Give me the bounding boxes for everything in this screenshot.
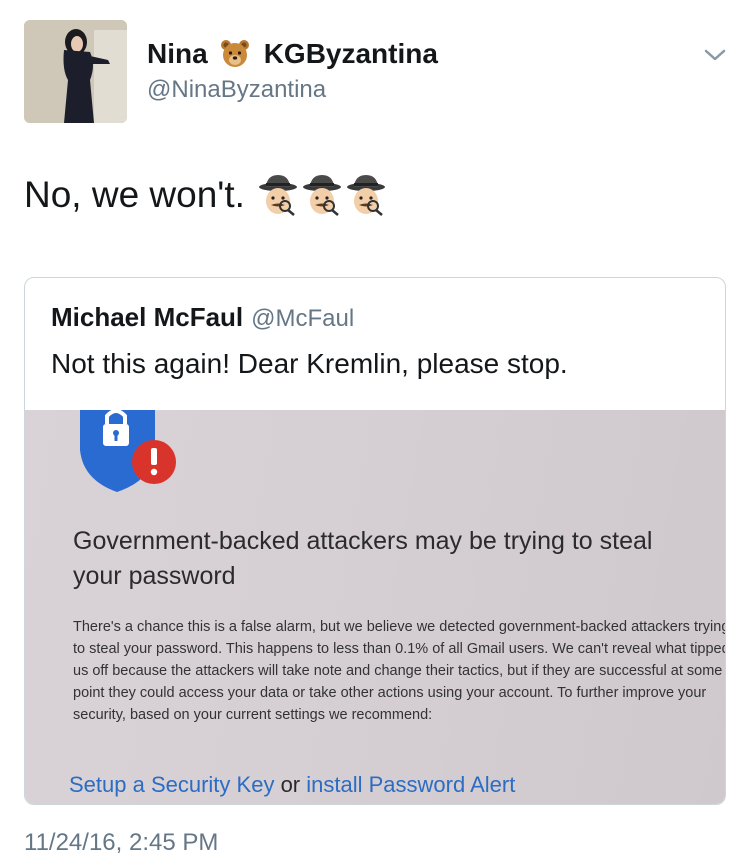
tweet-text-content: No, we won't. bbox=[24, 174, 245, 215]
author-first-name: Nina bbox=[147, 38, 208, 69]
quoted-author: Michael McFaul @McFaul bbox=[51, 302, 354, 333]
warning-links: Setup a Security Key or install Password… bbox=[69, 772, 515, 798]
sleuth-icon bbox=[301, 173, 343, 217]
quoted-tweet-text: Not this again! Dear Kremlin, please sto… bbox=[51, 348, 568, 379]
tweet-text: No, we won't. bbox=[24, 173, 387, 217]
quoted-tweet-image[interactable]: Government-backed attackers may be tryin… bbox=[25, 410, 725, 804]
author-handle[interactable]: @NinaByzantina bbox=[147, 76, 326, 104]
bear-face-icon bbox=[220, 39, 250, 69]
emoji-group bbox=[257, 173, 387, 217]
shield-lock-icon bbox=[80, 410, 176, 492]
sleuth-icon bbox=[345, 173, 387, 217]
avatar-photo bbox=[24, 20, 127, 123]
author-last-name: KGByzantina bbox=[263, 38, 438, 69]
quoted-author-handle: @McFaul bbox=[251, 305, 355, 332]
quoted-author-name: Michael McFaul bbox=[51, 302, 244, 332]
link-separator: or bbox=[274, 772, 307, 797]
warning-body: There's a chance this is a false alarm, … bbox=[73, 619, 725, 723]
quoted-tweet-card[interactable]: Michael McFaul @McFaul Not this again! De… bbox=[24, 277, 726, 805]
setup-security-key-link: Setup a Security Key bbox=[69, 772, 275, 797]
author-display-name[interactable]: Nina KGByzantina bbox=[147, 38, 438, 70]
tweet-timestamp[interactable]: 11/24/16, 2:45 PM bbox=[24, 829, 218, 857]
avatar[interactable] bbox=[24, 20, 127, 123]
sleuth-icon bbox=[257, 173, 299, 217]
chevron-down-icon[interactable] bbox=[701, 44, 729, 66]
warning-title: Government-backed attackers may be tryin… bbox=[73, 527, 653, 590]
install-password-alert-link: install Password Alert bbox=[306, 772, 516, 797]
